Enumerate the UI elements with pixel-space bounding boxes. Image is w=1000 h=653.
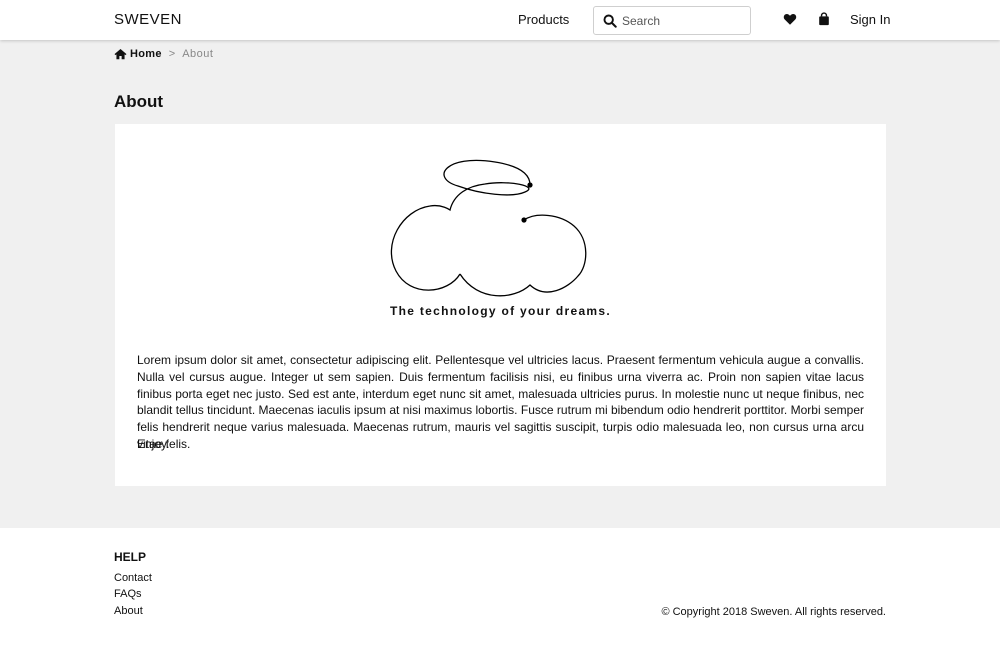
footer-link-contact[interactable]: Contact [114,572,152,584]
footer: HELP Contact FAQs About © Copyright 2018… [0,528,1000,653]
shopping-bag-icon[interactable] [817,12,831,26]
footer-help-heading: HELP [114,550,147,564]
footer-link-about[interactable]: About [114,605,143,617]
top-navbar: SWEVEN Products Sign In [0,0,1000,40]
heart-icon[interactable] [783,12,797,26]
sign-in-link[interactable]: Sign In [850,12,890,27]
breadcrumb-current: About [182,48,214,60]
footer-link-faqs[interactable]: FAQs [114,588,142,600]
nav-products-link[interactable]: Products [518,12,569,27]
brand-logo[interactable]: SWEVEN [114,11,182,28]
search-box[interactable] [593,6,751,35]
breadcrumb-home-link[interactable]: Home [130,48,162,60]
dream-cloud-logo [390,159,587,297]
about-closing: Enjoy. [137,437,170,451]
breadcrumb-separator: > [168,48,176,60]
search-input[interactable] [622,11,746,31]
search-icon [603,14,617,28]
copyright-text: © Copyright 2018 Sweven. All rights rese… [661,606,886,618]
tagline: The technology of your dreams. [389,304,612,318]
breadcrumb: Home > About [114,47,213,61]
home-icon [114,48,127,60]
about-card: The technology of your dreams. Lorem ips… [115,124,886,486]
page-title: About [114,92,164,111]
about-paragraph: Lorem ipsum dolor sit amet, consectetur … [137,353,864,451]
